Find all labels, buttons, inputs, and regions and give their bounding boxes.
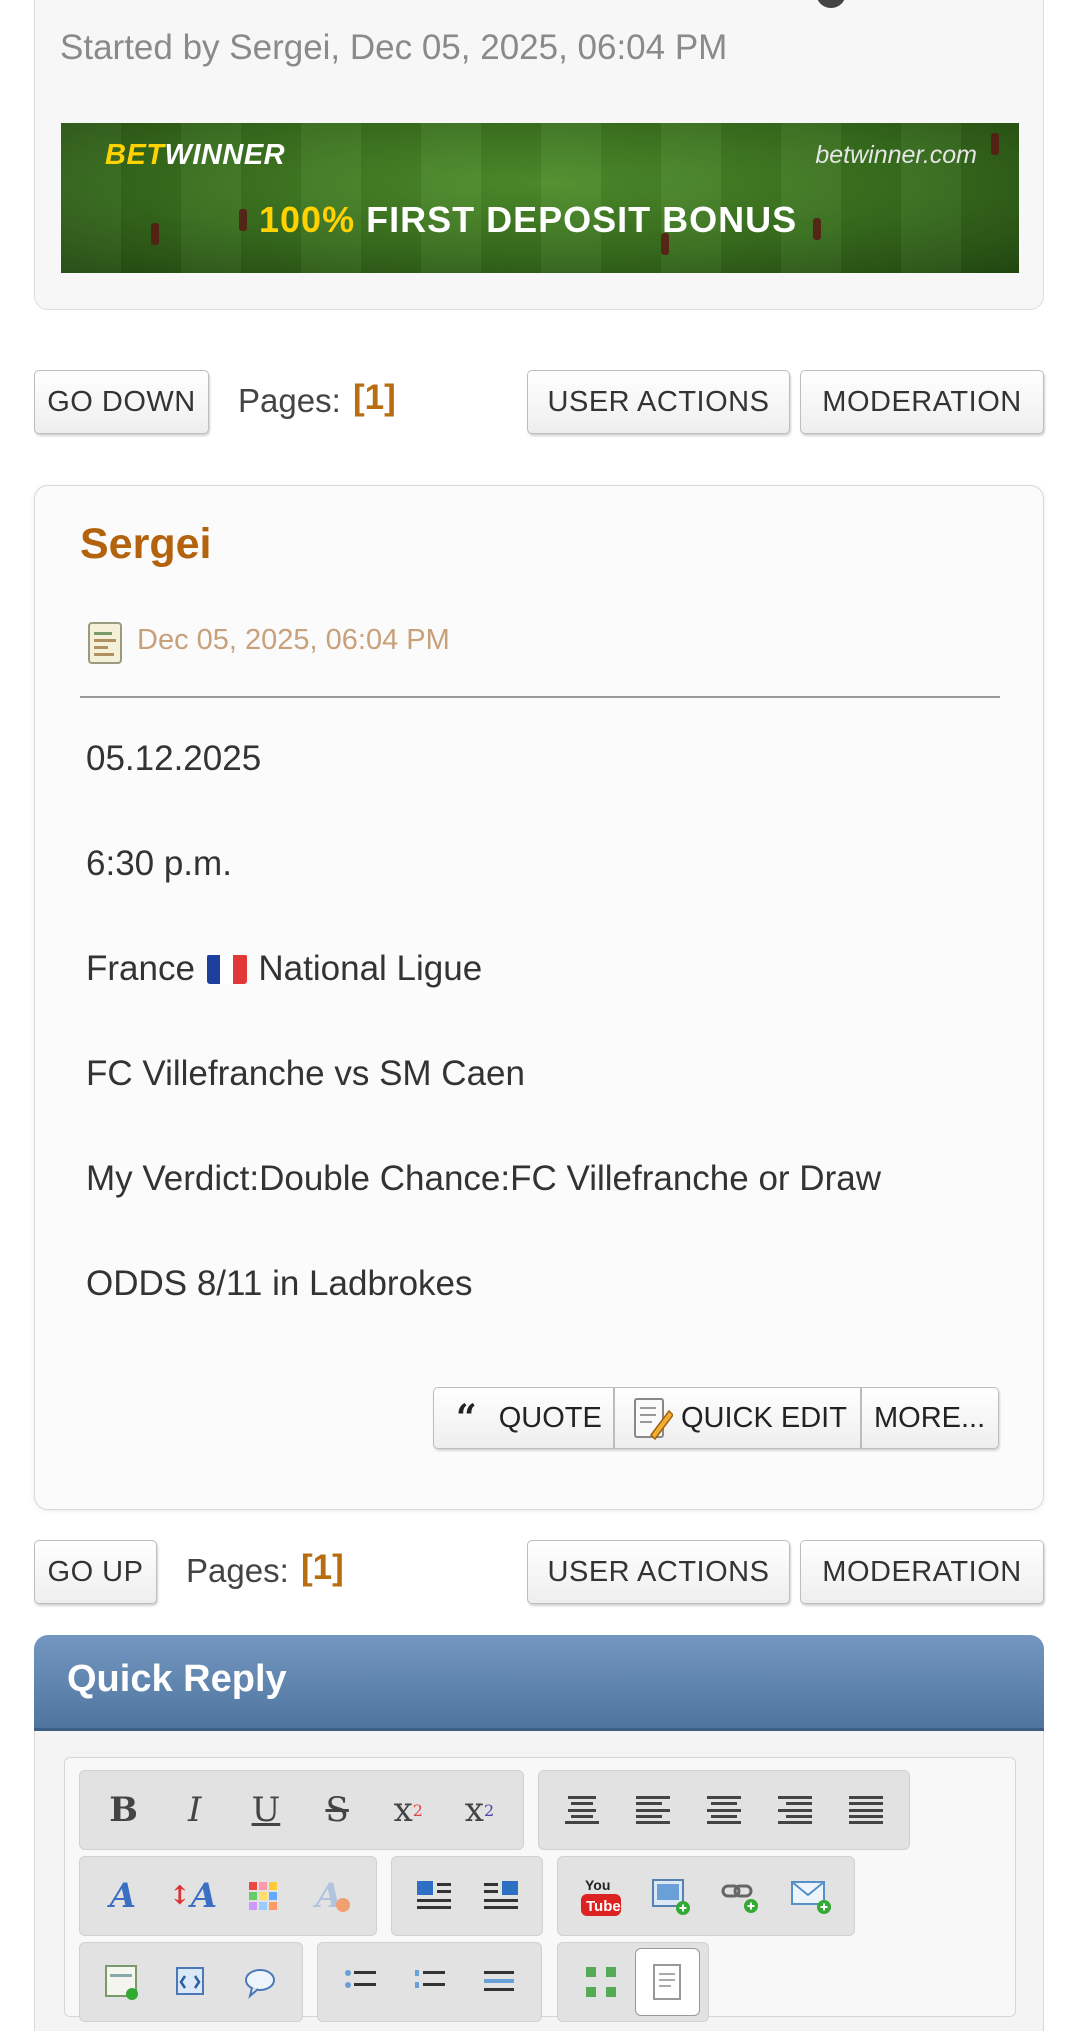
more-button[interactable]: MORE... xyxy=(861,1387,999,1449)
quick-edit-button[interactable]: QUICK EDIT xyxy=(614,1387,861,1449)
remove-format-icon[interactable]: A xyxy=(298,1860,368,1932)
horizontal-rule-icon[interactable] xyxy=(464,1946,533,2018)
quote-button[interactable]: “ QUOTE xyxy=(433,1387,614,1449)
pages-label: Pages: xyxy=(238,382,341,419)
go-up-button[interactable]: GO UP xyxy=(34,1540,157,1604)
france-flag-icon xyxy=(206,954,247,984)
toolbar-font-group: A ↕ A A xyxy=(79,1856,377,1936)
toolbar-block-group xyxy=(79,1942,303,2022)
post-line-league: France National Ligue xyxy=(86,949,483,988)
post-date[interactable]: Dec 05, 2025, 06:04 PM xyxy=(137,624,450,657)
center-icon[interactable] xyxy=(547,1774,618,1846)
post-line-odds: ODDS 8/11 in Ladbrokes xyxy=(86,1264,473,1303)
pages-label-bottom: Pages: xyxy=(186,1552,289,1589)
justify-icon[interactable] xyxy=(830,1774,901,1846)
strikethrough-icon[interactable]: S xyxy=(302,1774,373,1846)
moderation-button-bottom[interactable]: MODERATION xyxy=(800,1540,1044,1604)
image-icon[interactable] xyxy=(636,1860,706,1932)
pages-current[interactable]: [1] xyxy=(353,378,396,418)
align-center-icon[interactable] xyxy=(689,1774,760,1846)
toolbar-list-group xyxy=(317,1942,542,2022)
post-actions: “ QUOTE QUICK EDIT MORE... xyxy=(433,1387,999,1449)
align-left-icon[interactable] xyxy=(618,1774,689,1846)
post-author[interactable]: Sergei xyxy=(80,520,211,569)
post-line-verdict: My Verdict:Double Chance:FC Villefranche… xyxy=(86,1159,881,1198)
topic-started-by: Started by Sergei, Dec 05, 2025, 06:04 P… xyxy=(60,28,728,67)
post-line-match: FC Villefranche vs SM Caen xyxy=(86,1054,525,1093)
underline-icon[interactable]: U xyxy=(230,1774,301,1846)
post-document-icon xyxy=(88,622,122,664)
comment-icon[interactable] xyxy=(225,1946,294,2018)
post-line-date: 05.12.2025 xyxy=(86,739,262,778)
banner-site: betwinner.com xyxy=(815,141,977,169)
user-actions-button-bottom[interactable]: USER ACTIONS xyxy=(527,1540,790,1604)
code-icon[interactable] xyxy=(157,1946,226,2018)
toolbar-float-group xyxy=(391,1856,543,1936)
source-mode-icon[interactable] xyxy=(635,1948,700,2016)
toolbar-format-group: B I U S x2 x2 xyxy=(79,1770,524,1850)
moderation-button[interactable]: MODERATION xyxy=(800,370,1044,434)
link-icon[interactable] xyxy=(706,1860,776,1932)
youtube-icon[interactable]: You Tube xyxy=(566,1860,636,1932)
subscript-icon[interactable]: x2 xyxy=(444,1774,515,1846)
banner-brand: BETWINNER xyxy=(105,139,286,171)
email-icon[interactable] xyxy=(776,1860,846,1932)
bold-icon[interactable]: B xyxy=(88,1774,159,1846)
post-divider xyxy=(80,696,1000,698)
toolbar-align-group xyxy=(538,1770,910,1850)
quote-icon: “ xyxy=(456,1397,477,1439)
font-face-icon[interactable]: A xyxy=(88,1860,158,1932)
post-line-time: 6:30 p.m. xyxy=(86,844,232,883)
italic-icon[interactable]: I xyxy=(159,1774,230,1846)
toolbar-insert-group: You Tube xyxy=(557,1856,855,1936)
quick-reply-title: Quick Reply xyxy=(67,1658,287,1700)
maximize-icon[interactable] xyxy=(566,1946,635,2018)
svg-text:Tube: Tube xyxy=(586,1898,621,1915)
float-left-icon[interactable] xyxy=(400,1860,467,1932)
pages-current-bottom[interactable]: [1] xyxy=(301,1548,344,1588)
float-right-icon[interactable] xyxy=(467,1860,534,1932)
bullet-list-icon[interactable] xyxy=(326,1946,395,2018)
superscript-icon[interactable]: x2 xyxy=(373,1774,444,1846)
svg-text:You: You xyxy=(585,1877,610,1893)
edit-icon xyxy=(634,1398,673,1441)
go-down-button[interactable]: GO DOWN xyxy=(34,370,209,434)
align-right-icon[interactable] xyxy=(759,1774,830,1846)
numbered-list-icon[interactable] xyxy=(395,1946,464,2018)
banner-promo: 100% FIRST DEPOSIT BONUS xyxy=(259,199,798,240)
toolbar-view-group xyxy=(557,1942,709,2022)
font-size-icon[interactable]: ↕ A xyxy=(158,1860,228,1932)
advertisement-banner[interactable]: BETWINNER betwinner.com 100% FIRST DEPOS… xyxy=(61,123,1019,273)
user-actions-button[interactable]: USER ACTIONS xyxy=(527,370,790,434)
color-icon[interactable] xyxy=(228,1860,298,1932)
table-icon[interactable] xyxy=(88,1946,157,2018)
